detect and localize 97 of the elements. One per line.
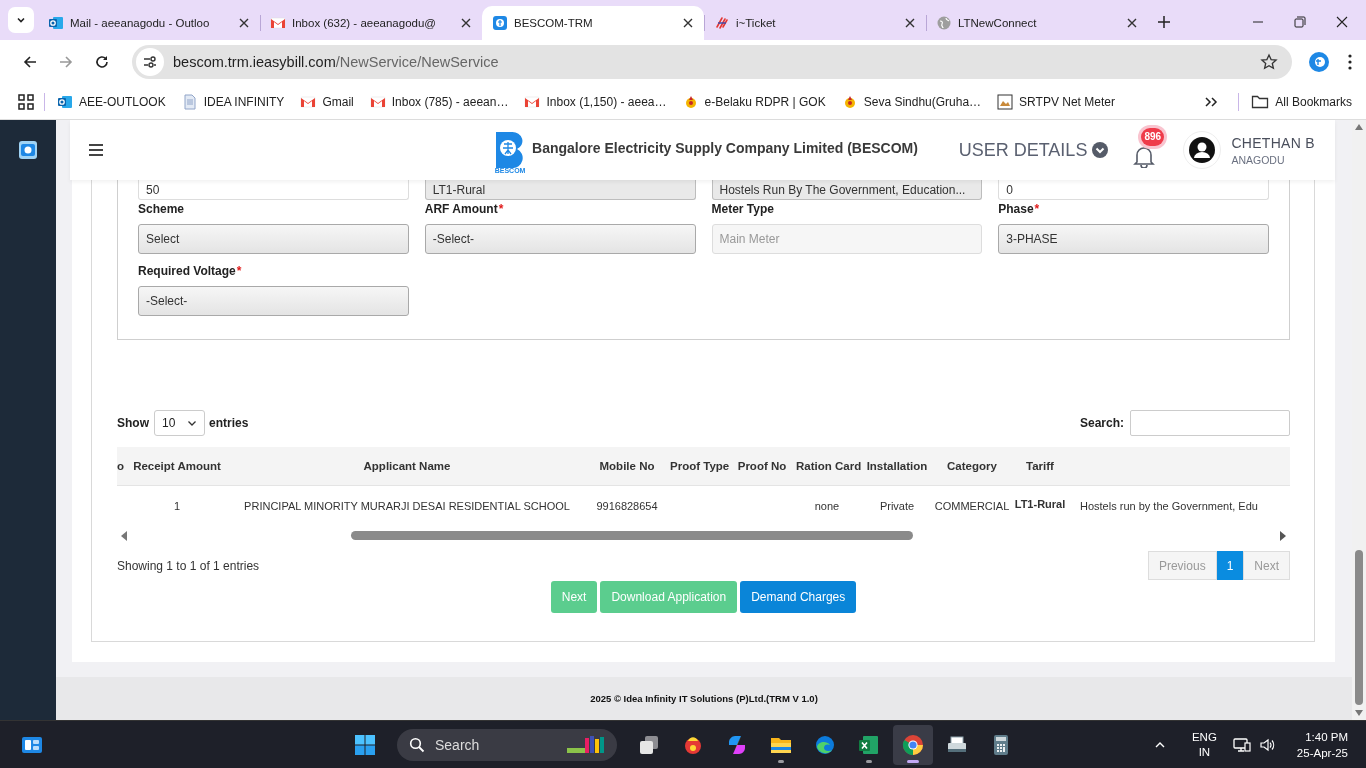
column-header[interactable]: o xyxy=(117,447,128,486)
field-label: ARF Amount* xyxy=(424,201,505,219)
bell-icon[interactable] xyxy=(1133,144,1156,169)
column-header[interactable]: Applicant Name xyxy=(226,447,588,486)
search-field[interactable]: Search xyxy=(397,728,617,761)
network-icon[interactable] xyxy=(1232,736,1251,753)
column-header[interactable]: Proof No xyxy=(732,447,792,486)
scroll-down-icon[interactable] xyxy=(1355,710,1363,716)
profile-icon[interactable] xyxy=(1308,51,1330,73)
bookmark[interactable]: SRTPV Net Meter xyxy=(997,93,1115,110)
footer-text: 2025 © Idea Infinity IT Solutions (P)Ltd.(TRM V 1.0) xyxy=(56,677,1352,720)
select-field[interactable]: -Select- xyxy=(138,286,409,317)
bookmark[interactable]: Inbox (785) - aeean… xyxy=(369,93,509,110)
menu-icon[interactable] xyxy=(1348,54,1352,70)
scrollbar-thumb[interactable] xyxy=(1355,550,1363,705)
bookmark[interactable]: AEE-OUTLOOK xyxy=(57,93,166,110)
clock[interactable]: 1:40 PM 25-Apr-25 xyxy=(1296,728,1348,761)
site-title: Bangalore Electricity Supply Company Limited (BESCOM) xyxy=(532,140,918,157)
column-header[interactable]: Receipt Amount xyxy=(128,447,226,486)
input-field[interactable]: Hostels Run By The Government, Education... xyxy=(711,180,983,201)
all-bookmarks-button[interactable]: All Bookmarks xyxy=(1251,93,1352,110)
document-icon xyxy=(181,93,198,110)
column-header[interactable]: Tariff xyxy=(1012,447,1068,486)
address-bar[interactable]: bescom.trm.ieasybill.com/NewService/NewService xyxy=(132,45,1292,79)
forward-icon[interactable] xyxy=(58,54,74,70)
field-label: Scheme xyxy=(138,201,186,219)
field-label: Required Voltage* xyxy=(138,263,243,281)
search-field[interactable] xyxy=(1130,410,1290,437)
bookmark[interactable]: Seva Sindhu(Gruha… xyxy=(841,93,982,110)
column-header[interactable]: Installation xyxy=(862,447,932,486)
more-bookmarks-icon[interactable] xyxy=(1204,94,1219,109)
input-field[interactable]: 0 xyxy=(998,180,1269,201)
scroll-right-icon[interactable] xyxy=(1279,530,1287,541)
star-icon[interactable] xyxy=(1260,53,1278,71)
page-size-select[interactable]: 10 xyxy=(154,410,205,437)
mail-icon xyxy=(524,93,541,110)
notification-badge: 896 xyxy=(1141,128,1165,147)
scroll-left-icon[interactable] xyxy=(120,530,128,541)
bookmark[interactable]: e-Belaku RDPR | GOK xyxy=(682,93,826,110)
speaker-icon[interactable] xyxy=(1258,736,1275,753)
browser-tab[interactable]: BESCOM-TRM xyxy=(482,6,704,40)
browser-tab[interactable]: Mail - aeeanagodu - Outloo xyxy=(38,6,260,40)
bookmark[interactable]: Gmail xyxy=(300,93,354,110)
restore-icon[interactable] xyxy=(1294,16,1306,28)
language-indicator[interactable]: ENG IN xyxy=(1191,729,1217,760)
action-button[interactable]: Demand Charges xyxy=(740,581,857,614)
chevron-down-icon xyxy=(1091,141,1110,160)
back-icon[interactable] xyxy=(22,54,38,70)
column-header[interactable]: Proof Type xyxy=(666,447,732,486)
folder-icon xyxy=(1251,93,1270,110)
globe-icon xyxy=(936,15,952,31)
mail-app-icon xyxy=(48,15,64,31)
user-name: CHETHAN B xyxy=(1231,134,1315,151)
browser-tab[interactable]: i~Ticket xyxy=(704,6,926,40)
apps-icon[interactable] xyxy=(18,93,34,110)
menu-icon[interactable] xyxy=(88,143,104,158)
url-text: bescom.trm.ieasybill.com/NewService/NewService xyxy=(173,54,500,70)
user-details-menu[interactable]: USER DETAILS xyxy=(958,139,1110,161)
browser-icon xyxy=(901,732,925,757)
input-field[interactable]: 50 xyxy=(138,180,409,201)
browser-tab[interactable]: Inbox (632) - aeeanagodu@ xyxy=(260,6,482,40)
column-header[interactable]: Mobile No xyxy=(588,447,666,486)
close-icon[interactable] xyxy=(1336,16,1348,28)
bookmark[interactable]: Inbox (1,150) - aeea… xyxy=(524,93,667,110)
page-button[interactable]: 1 xyxy=(1216,551,1244,581)
mail-icon xyxy=(300,93,317,110)
image-icon xyxy=(997,93,1014,110)
column-header[interactable]: Category xyxy=(932,447,1012,486)
user-subtitle: ANAGODU xyxy=(1231,153,1286,166)
mail-app-icon xyxy=(57,93,73,110)
new-tab-icon[interactable] xyxy=(1156,14,1172,30)
windows-icon xyxy=(354,733,376,756)
taskbar-app[interactable] xyxy=(893,724,933,765)
site-settings-icon[interactable] xyxy=(142,54,158,70)
search-icon xyxy=(409,736,425,753)
select-field[interactable]: 3-PHASE xyxy=(998,224,1269,255)
table-info: Showing 1 to 1 of 1 entries xyxy=(117,558,260,573)
input-field[interactable]: LT1-Rural xyxy=(424,180,696,201)
slash-logo-icon xyxy=(714,15,730,31)
logo-icon xyxy=(492,15,508,31)
reload-icon[interactable] xyxy=(94,54,110,70)
bookmark[interactable]: IDEA INFINITY xyxy=(181,93,285,110)
scrollbar-thumb[interactable] xyxy=(351,531,913,541)
select-field[interactable]: Select xyxy=(138,224,409,255)
mail-icon xyxy=(270,15,286,31)
search-label: Search: xyxy=(1079,416,1124,431)
field-label: Meter Type xyxy=(711,201,775,219)
entries-label: entries xyxy=(209,416,249,431)
show-label: Show xyxy=(117,416,149,431)
scroll-up-icon[interactable] xyxy=(1355,124,1363,130)
column-header[interactable]: Ration Card xyxy=(792,447,862,486)
avatar-icon[interactable] xyxy=(1188,136,1217,165)
select-field[interactable]: -Select- xyxy=(424,224,696,255)
mail-icon xyxy=(369,93,386,110)
browser-tab[interactable]: LTNewConnect xyxy=(926,6,1148,40)
app-logo-icon[interactable] xyxy=(18,140,38,160)
field-label: Phase* xyxy=(998,201,1041,219)
